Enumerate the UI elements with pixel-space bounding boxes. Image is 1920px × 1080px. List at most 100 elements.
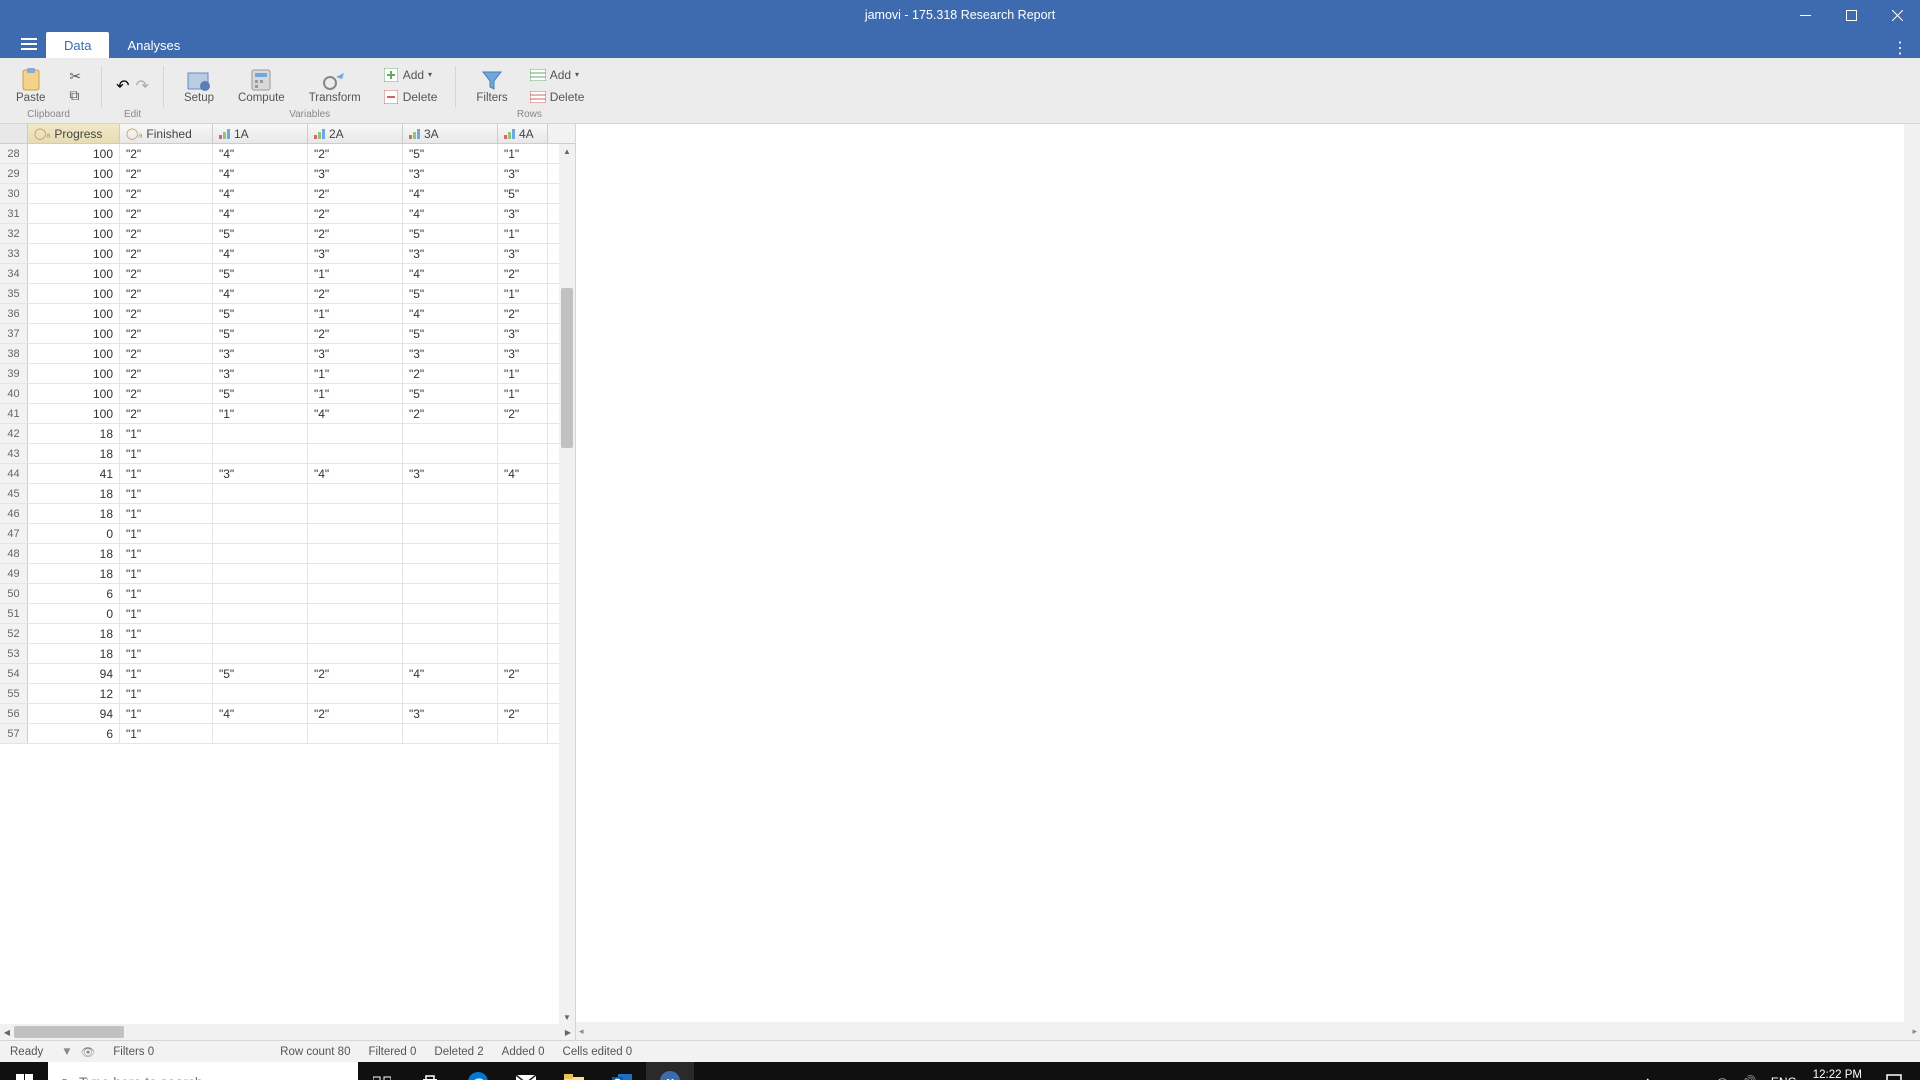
cell-4a[interactable]: "1": [498, 384, 548, 403]
more-menu-button[interactable]: ⋮: [1880, 38, 1920, 58]
row-number[interactable]: 57: [0, 724, 28, 743]
cell-progress[interactable]: 100: [28, 304, 120, 323]
cell-4a[interactable]: [498, 604, 548, 623]
cell-finished[interactable]: "1": [120, 704, 213, 723]
cell-1a[interactable]: [213, 444, 308, 463]
table-row[interactable]: 4618"1": [0, 504, 575, 524]
cell-1a[interactable]: "4": [213, 704, 308, 723]
table-row[interactable]: 30100"2""4""2""4""5": [0, 184, 575, 204]
cell-1a[interactable]: [213, 564, 308, 583]
cell-2a[interactable]: "3": [308, 244, 403, 263]
row-number[interactable]: 43: [0, 444, 28, 463]
row-number[interactable]: 40: [0, 384, 28, 403]
cell-4a[interactable]: [498, 424, 548, 443]
cell-1a[interactable]: [213, 484, 308, 503]
cell-3a[interactable]: "5": [403, 224, 498, 243]
table-row[interactable]: 506"1": [0, 584, 575, 604]
taskbar-search[interactable]: ⌕: [48, 1062, 358, 1080]
cell-2a[interactable]: [308, 504, 403, 523]
cell-3a[interactable]: "5": [403, 284, 498, 303]
battery-icon[interactable]: ▭: [1665, 1075, 1676, 1080]
row-number[interactable]: 36: [0, 304, 28, 323]
cell-1a[interactable]: "4": [213, 144, 308, 163]
cell-1a[interactable]: [213, 604, 308, 623]
cell-3a[interactable]: [403, 644, 498, 663]
cell-3a[interactable]: "3": [403, 164, 498, 183]
tab-data[interactable]: Data: [46, 32, 109, 58]
cell-2a[interactable]: [308, 544, 403, 563]
cell-1a[interactable]: "5": [213, 324, 308, 343]
taskbar-outlook-icon[interactable]: [598, 1062, 646, 1080]
cell-4a[interactable]: "2": [498, 304, 548, 323]
cell-4a[interactable]: [498, 684, 548, 703]
cell-finished[interactable]: "1": [120, 424, 213, 443]
cell-3a[interactable]: "5": [403, 144, 498, 163]
start-button[interactable]: [0, 1062, 48, 1080]
row-number[interactable]: 53: [0, 644, 28, 663]
app-menu-button[interactable]: [12, 30, 46, 58]
cell-progress[interactable]: 18: [28, 644, 120, 663]
cell-1a[interactable]: "4": [213, 164, 308, 183]
row-number[interactable]: 41: [0, 404, 28, 423]
undo-icon[interactable]: ↶: [116, 76, 129, 96]
cell-3a[interactable]: "3": [403, 464, 498, 483]
cell-finished[interactable]: "1": [120, 464, 213, 483]
cell-progress[interactable]: 100: [28, 184, 120, 203]
minimize-button[interactable]: [1782, 0, 1828, 30]
row-number[interactable]: 39: [0, 364, 28, 383]
cell-2a[interactable]: [308, 524, 403, 543]
cell-4a[interactable]: [498, 504, 548, 523]
cell-4a[interactable]: "2": [498, 404, 548, 423]
table-row[interactable]: 4518"1": [0, 484, 575, 504]
cell-finished[interactable]: "1": [120, 564, 213, 583]
row-number[interactable]: 55: [0, 684, 28, 703]
table-row[interactable]: 5218"1": [0, 624, 575, 644]
cell-1a[interactable]: [213, 544, 308, 563]
cell-2a[interactable]: "1": [308, 264, 403, 283]
cell-2a[interactable]: "2": [308, 204, 403, 223]
row-number[interactable]: 44: [0, 464, 28, 483]
row-number[interactable]: 48: [0, 544, 28, 563]
redo-icon[interactable]: ↷: [136, 76, 149, 96]
cell-progress[interactable]: 100: [28, 364, 120, 383]
cell-progress[interactable]: 18: [28, 484, 120, 503]
scroll-track[interactable]: [559, 158, 575, 1010]
cell-1a[interactable]: "3": [213, 464, 308, 483]
onedrive-icon[interactable]: ☁: [1691, 1075, 1703, 1080]
cell-3a[interactable]: [403, 524, 498, 543]
cell-progress[interactable]: 18: [28, 624, 120, 643]
variables-delete-button[interactable]: Delete: [379, 87, 442, 107]
grid-body[interactable]: 28100"2""4""2""5""1"29100"2""4""3""3""3"…: [0, 144, 575, 1024]
scroll-down-icon[interactable]: ▼: [559, 1010, 575, 1024]
cell-finished[interactable]: "1": [120, 444, 213, 463]
cell-3a[interactable]: "4": [403, 304, 498, 323]
row-number[interactable]: 29: [0, 164, 28, 183]
close-button[interactable]: [1874, 0, 1920, 30]
table-row[interactable]: 28100"2""4""2""5""1": [0, 144, 575, 164]
cell-4a[interactable]: [498, 524, 548, 543]
column-header-finished[interactable]: ◯ₐ Finished: [120, 124, 213, 143]
cell-1a[interactable]: "4": [213, 184, 308, 203]
column-header-2a[interactable]: 2A: [308, 124, 403, 143]
cell-3a[interactable]: [403, 424, 498, 443]
cell-2a[interactable]: "2": [308, 324, 403, 343]
row-number[interactable]: 34: [0, 264, 28, 283]
taskbar-mail-icon[interactable]: [502, 1062, 550, 1080]
compute-button[interactable]: Compute: [232, 66, 291, 106]
funnel-icon[interactable]: ▼: [61, 1046, 72, 1058]
table-row[interactable]: 35100"2""4""2""5""1": [0, 284, 575, 304]
table-row[interactable]: 32100"2""5""2""5""1": [0, 224, 575, 244]
cell-finished[interactable]: "2": [120, 164, 213, 183]
cell-3a[interactable]: "5": [403, 384, 498, 403]
cell-1a[interactable]: "4": [213, 284, 308, 303]
language-indicator[interactable]: ENG: [1771, 1075, 1797, 1080]
row-number[interactable]: 28: [0, 144, 28, 163]
column-header-progress[interactable]: ◯ₐ Progress: [28, 124, 120, 143]
cell-1a[interactable]: [213, 424, 308, 443]
scroll-track[interactable]: [14, 1024, 561, 1040]
cell-2a[interactable]: "2": [308, 184, 403, 203]
eye-icon[interactable]: 👁: [81, 1045, 96, 1059]
table-row[interactable]: 37100"2""5""2""5""3": [0, 324, 575, 344]
cell-4a[interactable]: [498, 444, 548, 463]
cell-1a[interactable]: "5": [213, 384, 308, 403]
